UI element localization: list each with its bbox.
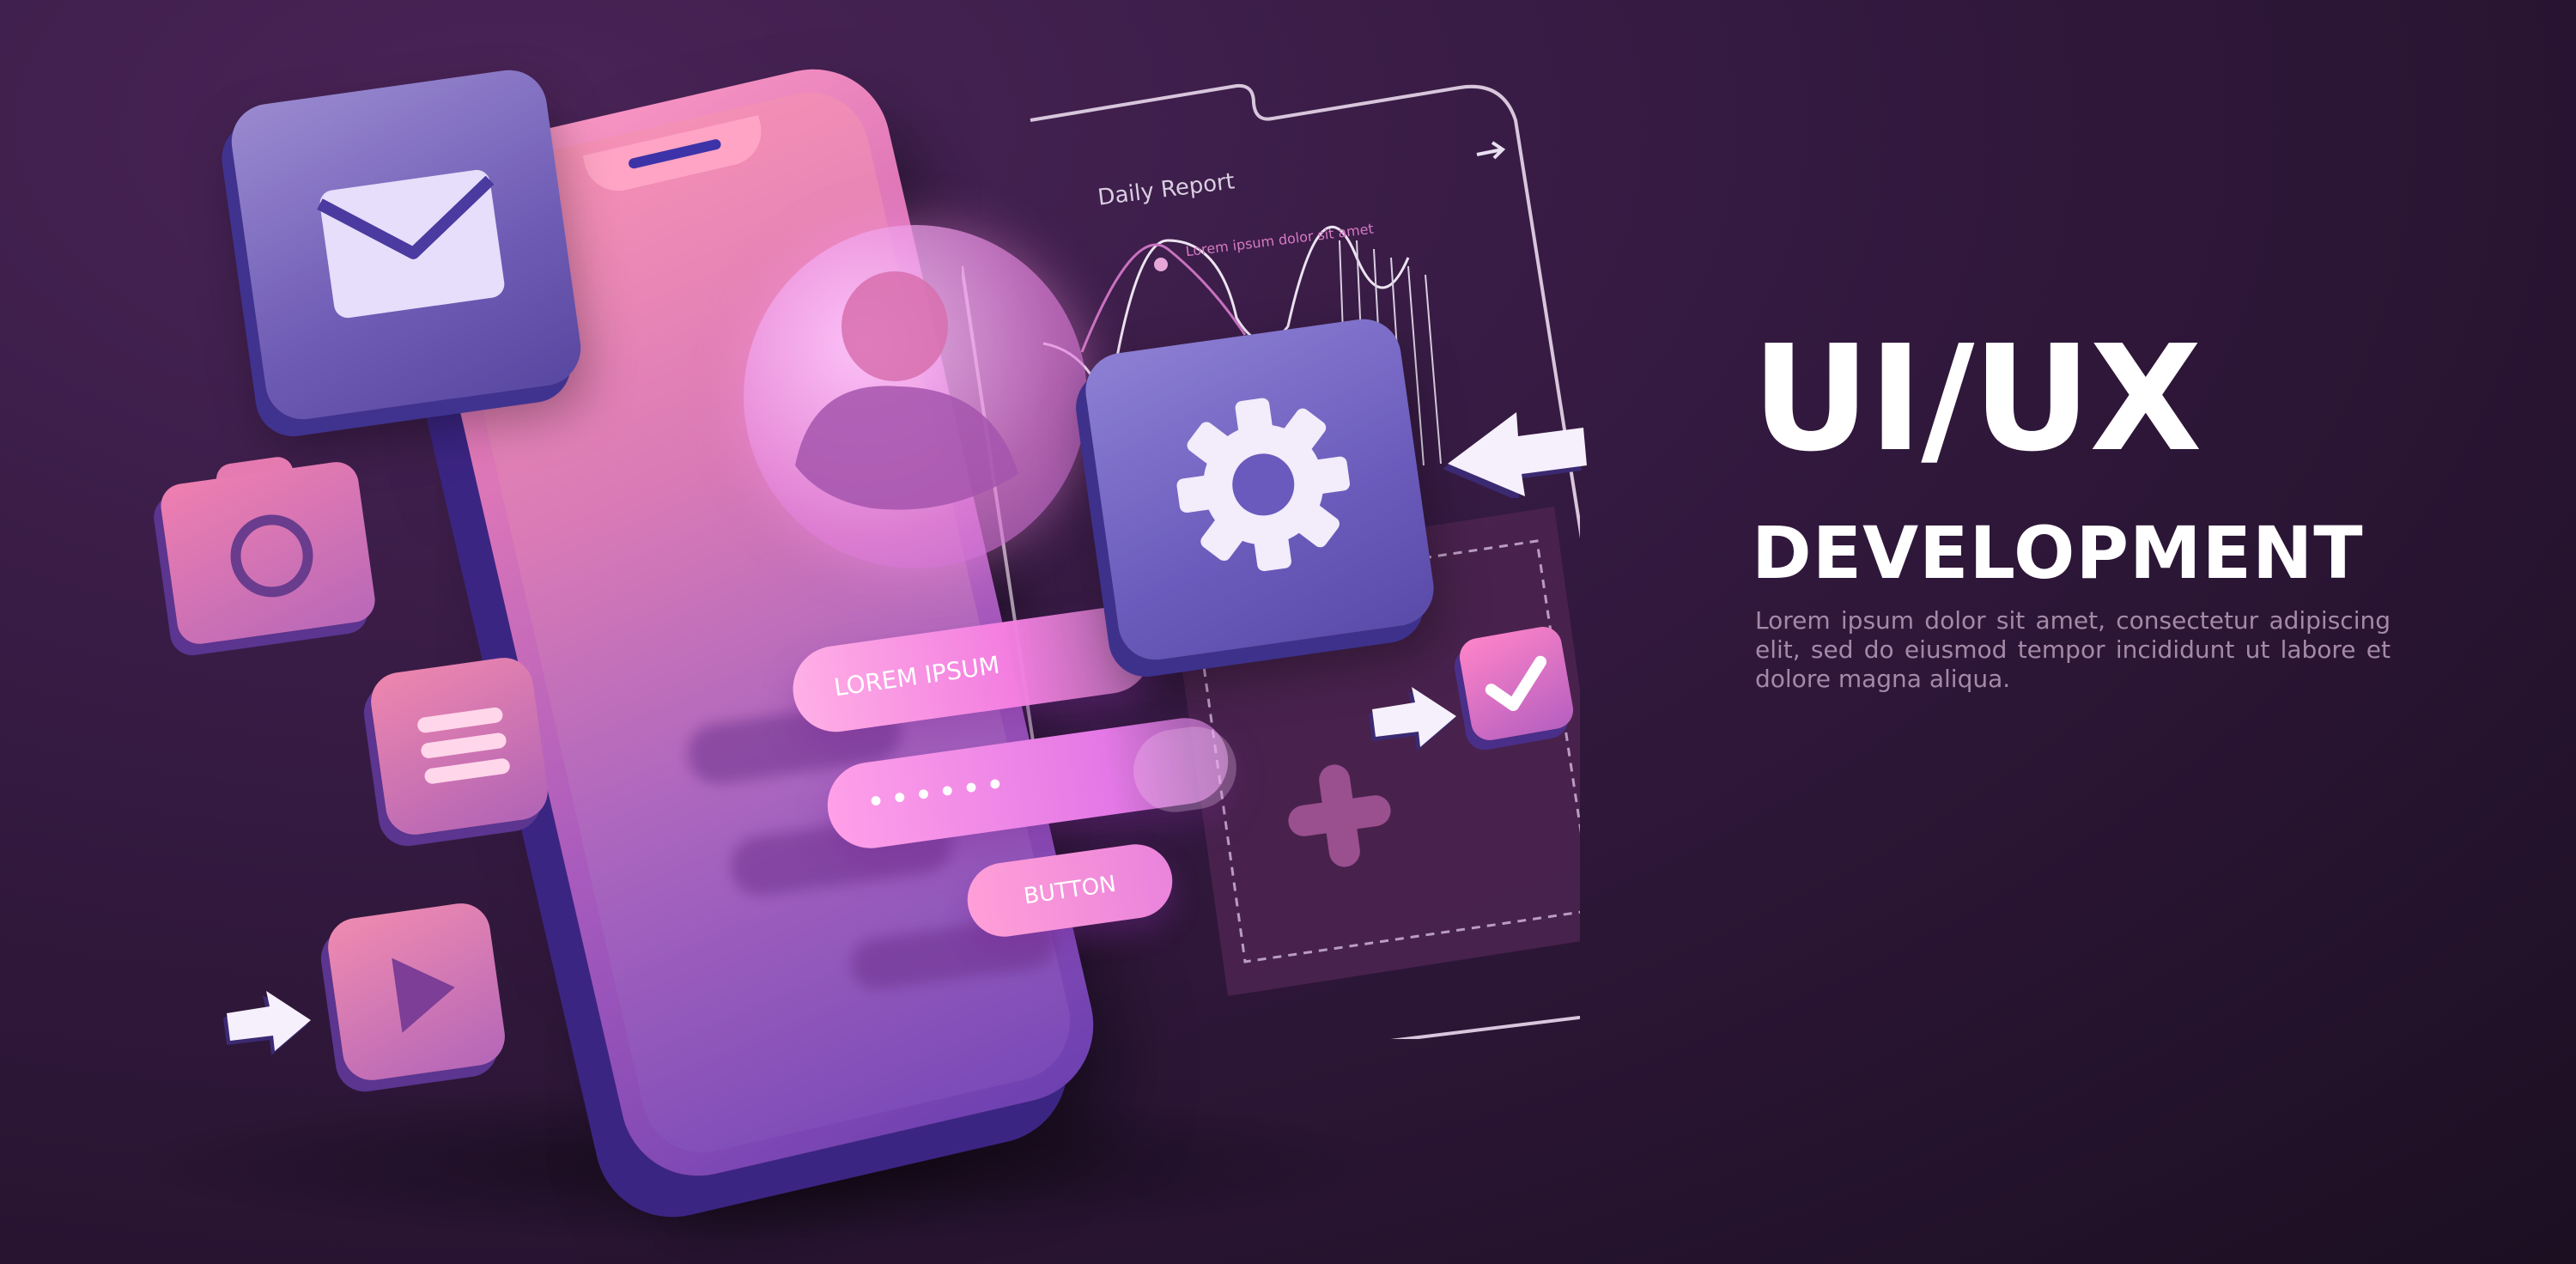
report-arrow-icon [1476, 141, 1506, 160]
profile-avatar [744, 225, 1087, 568]
username-input-label: LOREM IPSUM [832, 650, 1002, 702]
mail-tile[interactable] [227, 65, 586, 424]
password-mask: •••••• [867, 763, 1016, 821]
check-icon [1485, 655, 1547, 712]
headline-title: UI/UX [1752, 314, 2202, 484]
check-tile[interactable] [1456, 623, 1577, 744]
list-tile[interactable] [367, 653, 552, 839]
gear-icon [1176, 398, 1351, 572]
arrow-icon [1443, 412, 1587, 498]
headline-description: Lorem ipsum dolor sit amet, consectetur … [1755, 606, 2391, 693]
arrow-icon [1369, 687, 1456, 751]
phone-speaker [627, 137, 722, 170]
play-icon [392, 957, 455, 1033]
camera-tile[interactable] [158, 459, 378, 647]
arrow-icon [223, 991, 311, 1055]
play-tile[interactable] [324, 899, 509, 1085]
envelope-icon [317, 169, 505, 319]
user-icon [795, 271, 1018, 510]
submit-button-label: BUTTON [1022, 871, 1118, 910]
list-icon [417, 707, 510, 784]
hero-headline: UI/UX DEVELOPMENT [1752, 326, 2364, 589]
camera-icon [230, 514, 313, 598]
phone-notch [582, 115, 769, 198]
headline-subtitle: DEVELOPMENT [1752, 511, 2364, 595]
settings-tile[interactable] [1080, 314, 1439, 665]
plus-icon[interactable] [1279, 756, 1400, 876]
